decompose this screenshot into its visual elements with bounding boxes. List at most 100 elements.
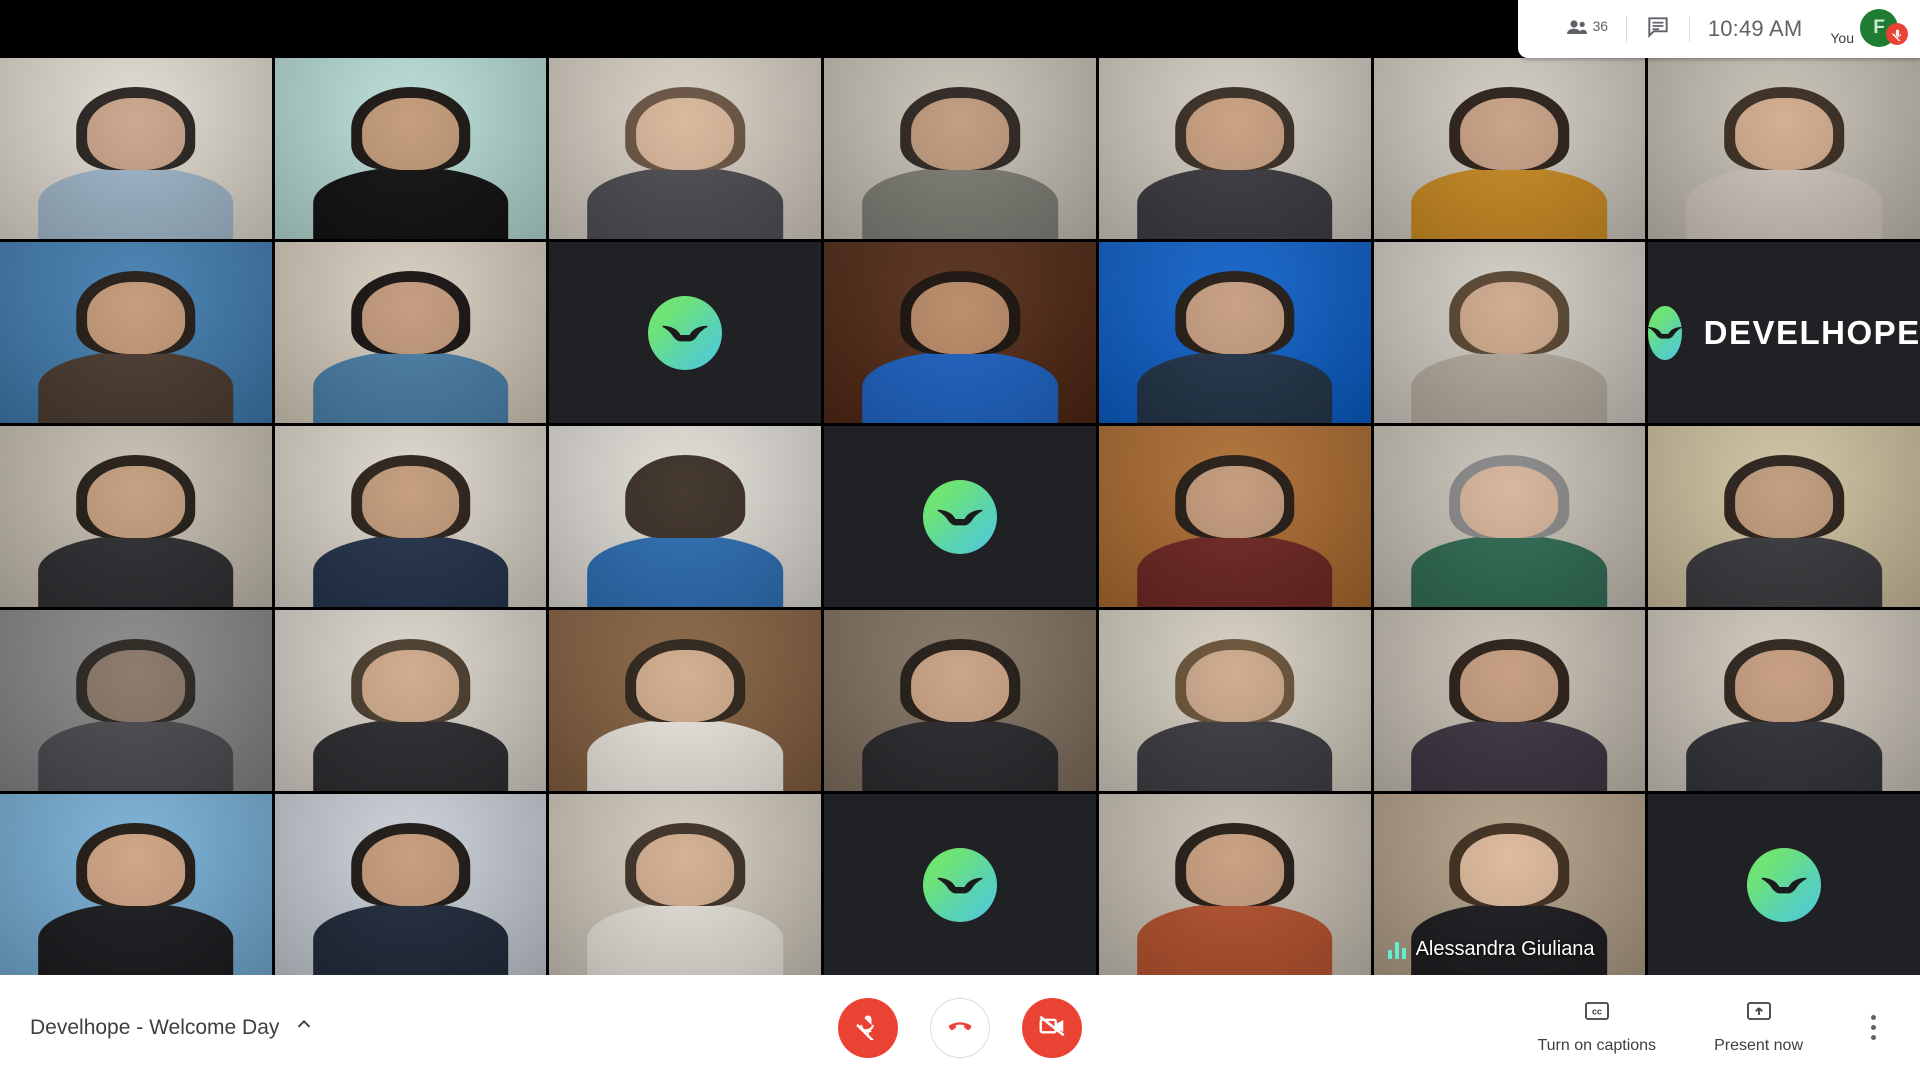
video-frame (274, 58, 547, 239)
secondary-controls: cc Turn on captions Present now (1286, 1000, 1920, 1055)
present-screen-icon (1746, 1000, 1772, 1027)
video-frame (274, 610, 547, 791)
video-frame (1373, 242, 1646, 423)
participant-tile[interactable] (1648, 426, 1920, 607)
leave-call-button[interactable] (930, 997, 990, 1058)
meeting-clock: 10:49 AM (1707, 16, 1803, 41)
self-view-chip[interactable]: You F (1820, 9, 1908, 47)
participant-tile[interactable] (549, 794, 822, 975)
develhope-bird-logo (648, 295, 723, 370)
meeting-title: Develhope - Welcome Day (30, 1015, 280, 1039)
self-label: You (1830, 30, 1854, 46)
video-frame (274, 426, 547, 607)
participant-tile[interactable] (1098, 242, 1371, 423)
participant-tile[interactable] (1098, 794, 1371, 975)
video-frame (1648, 426, 1920, 607)
participant-tile[interactable] (0, 242, 272, 423)
video-frame (824, 610, 1096, 791)
video-frame (549, 794, 822, 975)
video-frame (1373, 426, 1646, 607)
participant-tile[interactable] (824, 610, 1096, 791)
toggle-captions-button[interactable]: cc Turn on captions (1537, 1000, 1656, 1055)
video-frame (824, 58, 1096, 239)
participant-tile[interactable] (1373, 242, 1646, 423)
toggle-camera-button[interactable] (1022, 997, 1082, 1058)
participant-tile[interactable] (1373, 610, 1646, 791)
develhope-bird-logo (922, 847, 997, 922)
more-options-icon[interactable] (1861, 1001, 1886, 1054)
video-frame (0, 426, 272, 607)
participant-tile[interactable] (549, 58, 822, 239)
participant-tile[interactable] (1373, 426, 1646, 607)
video-frame (0, 242, 272, 423)
video-frame (0, 610, 272, 791)
participant-count: 36 (1592, 17, 1608, 34)
participant-tile[interactable] (1098, 610, 1371, 791)
chat-icon (1645, 14, 1671, 45)
participant-tile[interactable] (0, 610, 272, 791)
participant-tile[interactable] (824, 58, 1096, 239)
participant-tile[interactable]: DEVELHOPE (1648, 242, 1920, 423)
participant-tile[interactable] (1373, 58, 1646, 239)
video-frame (1098, 58, 1371, 239)
video-frame (274, 242, 547, 423)
top-right-controls: 36 10:49 AM You F (1517, 0, 1920, 58)
audio-level-indicator (1387, 941, 1406, 959)
participant-tile[interactable] (274, 58, 547, 239)
video-frame (1098, 794, 1371, 975)
video-frame (824, 242, 1096, 423)
video-frame (549, 610, 822, 791)
participant-tile[interactable] (1098, 58, 1371, 239)
participant-name-bar: Alessandra Giuliana (1374, 938, 1609, 961)
participant-tile[interactable] (1648, 610, 1920, 791)
develhope-bird-logo (1747, 847, 1822, 922)
camera-off-icon (1037, 1011, 1067, 1044)
chat-button[interactable] (1627, 0, 1689, 58)
present-now-button[interactable]: Present now (1714, 1000, 1803, 1055)
video-frame (1648, 610, 1920, 791)
participant-name: Alessandra Giuliana (1415, 938, 1595, 960)
toggle-microphone-button[interactable] (838, 997, 898, 1058)
participant-tile[interactable]: Alessandra Giuliana (1373, 794, 1646, 975)
meet-app: 36 10:49 AM You F DEVELHOPE Alessandra G… (0, 0, 1920, 1080)
participant-tile[interactable] (824, 794, 1096, 975)
video-frame (1373, 610, 1646, 791)
participant-tile[interactable] (824, 426, 1096, 607)
participant-tile[interactable] (0, 794, 272, 975)
self-mic-muted-badge (1886, 23, 1908, 45)
participant-tile[interactable] (1648, 58, 1920, 239)
participants-button[interactable]: 36 (1544, 0, 1626, 58)
participant-tile[interactable] (1098, 426, 1371, 607)
participant-tile[interactable] (274, 610, 547, 791)
video-frame (1373, 58, 1646, 239)
present-label: Present now (1714, 1037, 1803, 1054)
video-frame (1098, 242, 1371, 423)
participant-tile[interactable] (0, 58, 272, 239)
participant-tile[interactable] (824, 242, 1096, 423)
top-bar: 36 10:49 AM You F (0, 0, 1920, 58)
svg-text:cc: cc (1592, 1007, 1602, 1017)
phone-hangup-icon (945, 1011, 975, 1044)
participant-tile[interactable] (274, 242, 547, 423)
develhope-wordmark: DEVELHOPE (1703, 313, 1920, 351)
video-frame (549, 58, 822, 239)
video-frame (1098, 610, 1371, 791)
participant-tile[interactable] (549, 610, 822, 791)
participant-tile[interactable] (274, 426, 547, 607)
participant-tile[interactable] (549, 242, 822, 423)
participant-tile[interactable] (274, 794, 547, 975)
video-frame (0, 794, 272, 975)
participant-tile[interactable] (549, 426, 822, 607)
people-icon (1562, 15, 1592, 44)
participant-grid: DEVELHOPE Alessandra Giuliana (0, 58, 1920, 975)
video-frame (1098, 426, 1371, 607)
captions-label: Turn on captions (1537, 1037, 1657, 1054)
chevron-up-icon[interactable] (293, 1014, 315, 1041)
video-frame (549, 426, 822, 607)
develhope-bird-logo (922, 479, 997, 554)
participant-tile[interactable] (1648, 794, 1920, 975)
meeting-info[interactable]: Develhope - Welcome Day (0, 1014, 634, 1041)
video-frame (1648, 58, 1920, 239)
closed-captions-icon: cc (1584, 1000, 1610, 1027)
participant-tile[interactable] (0, 426, 272, 607)
